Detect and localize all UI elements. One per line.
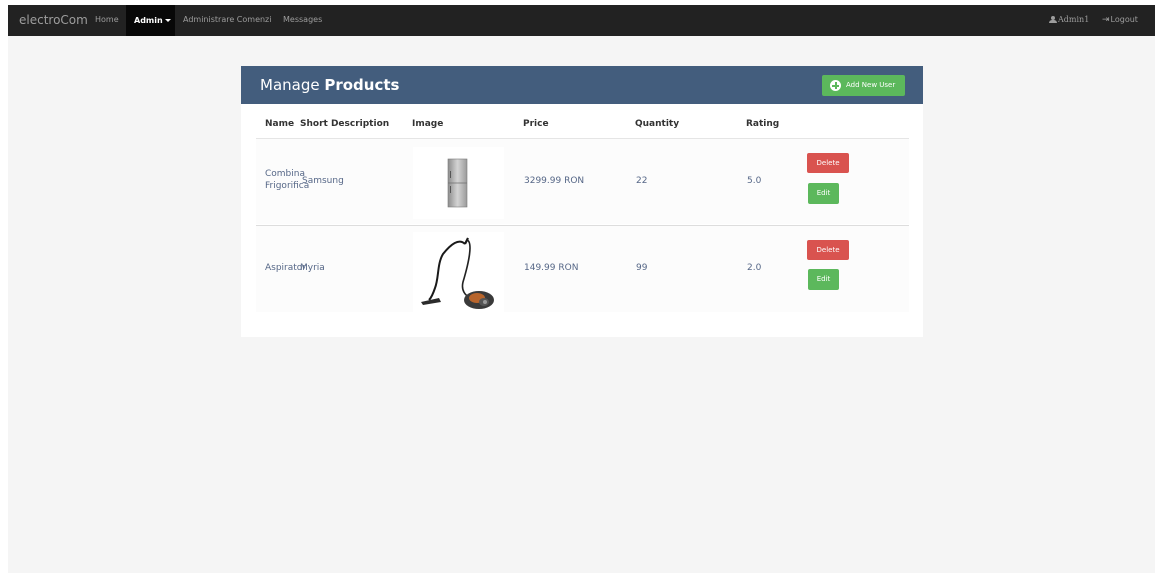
product-name-line1: Combina: [265, 169, 305, 179]
user-icon: [1049, 16, 1057, 23]
title-light: Manage: [260, 76, 325, 94]
product-rating: 2.0: [747, 263, 762, 273]
product-image: [413, 147, 504, 219]
nav-home[interactable]: Home: [95, 15, 119, 24]
column-header-quantity: Quantity: [635, 119, 680, 129]
add-new-user-button[interactable]: Add New User: [822, 75, 905, 96]
table-row: Combina Frigorifica Samsung 3299.99 RON …: [256, 139, 909, 224]
table-row: Aspirator Myria 149.99 RON 99 2.0 Delete…: [256, 226, 909, 312]
column-header-name: Name: [265, 119, 295, 129]
vacuum-cleaner-image: [421, 237, 494, 309]
brand-link[interactable]: electroCom: [19, 13, 88, 27]
caret-down-icon: [164, 19, 171, 22]
column-header-short-description: Short Description: [300, 119, 390, 129]
product-rating: 5.0: [747, 176, 762, 186]
product-quantity: 22: [636, 176, 648, 186]
nav-logout-label: Logout: [1110, 15, 1138, 24]
column-header-rating: Rating: [746, 119, 780, 129]
page-title: Manage Products: [260, 76, 399, 94]
nav-logout-link[interactable]: ⇥Logout: [1102, 15, 1138, 25]
manage-products-panel: Manage Products Add New User Name Short …: [241, 66, 923, 337]
product-image: [413, 232, 504, 312]
product-price: 149.99 RON: [524, 263, 579, 273]
delete-button[interactable]: Delete: [807, 153, 849, 173]
plus-circle-icon: [830, 80, 841, 91]
panel-header: Manage Products Add New User: [241, 66, 923, 104]
nav-user-label: Admin1: [1058, 15, 1090, 24]
browser-viewport: electroCom Home Admin Administrare Comen…: [8, 5, 1155, 573]
title-bold: Products: [324, 76, 400, 94]
product-quantity: 99: [636, 263, 648, 273]
logout-icon: ⇥: [1102, 15, 1110, 25]
edit-button[interactable]: Edit: [808, 269, 839, 290]
nav-user-link[interactable]: Admin1: [1049, 15, 1089, 24]
nav-messages[interactable]: Messages: [283, 15, 322, 24]
add-new-user-label: Add New User: [846, 81, 896, 89]
product-description: Myria: [300, 263, 325, 273]
nav-admin-dropdown[interactable]: Admin: [126, 5, 175, 36]
top-navbar: electroCom Home Admin Administrare Comen…: [8, 5, 1155, 36]
product-description: Samsung: [302, 176, 344, 186]
edit-button[interactable]: Edit: [808, 183, 839, 204]
product-price: 3299.99 RON: [524, 176, 585, 186]
nav-admin-label: Admin: [134, 16, 163, 25]
column-header-price: Price: [523, 119, 549, 129]
nav-administrare-comenzi[interactable]: Administrare Comenzi: [183, 15, 271, 24]
delete-button[interactable]: Delete: [807, 240, 849, 260]
column-header-image: Image: [412, 119, 444, 129]
refrigerator-image: [447, 158, 468, 208]
